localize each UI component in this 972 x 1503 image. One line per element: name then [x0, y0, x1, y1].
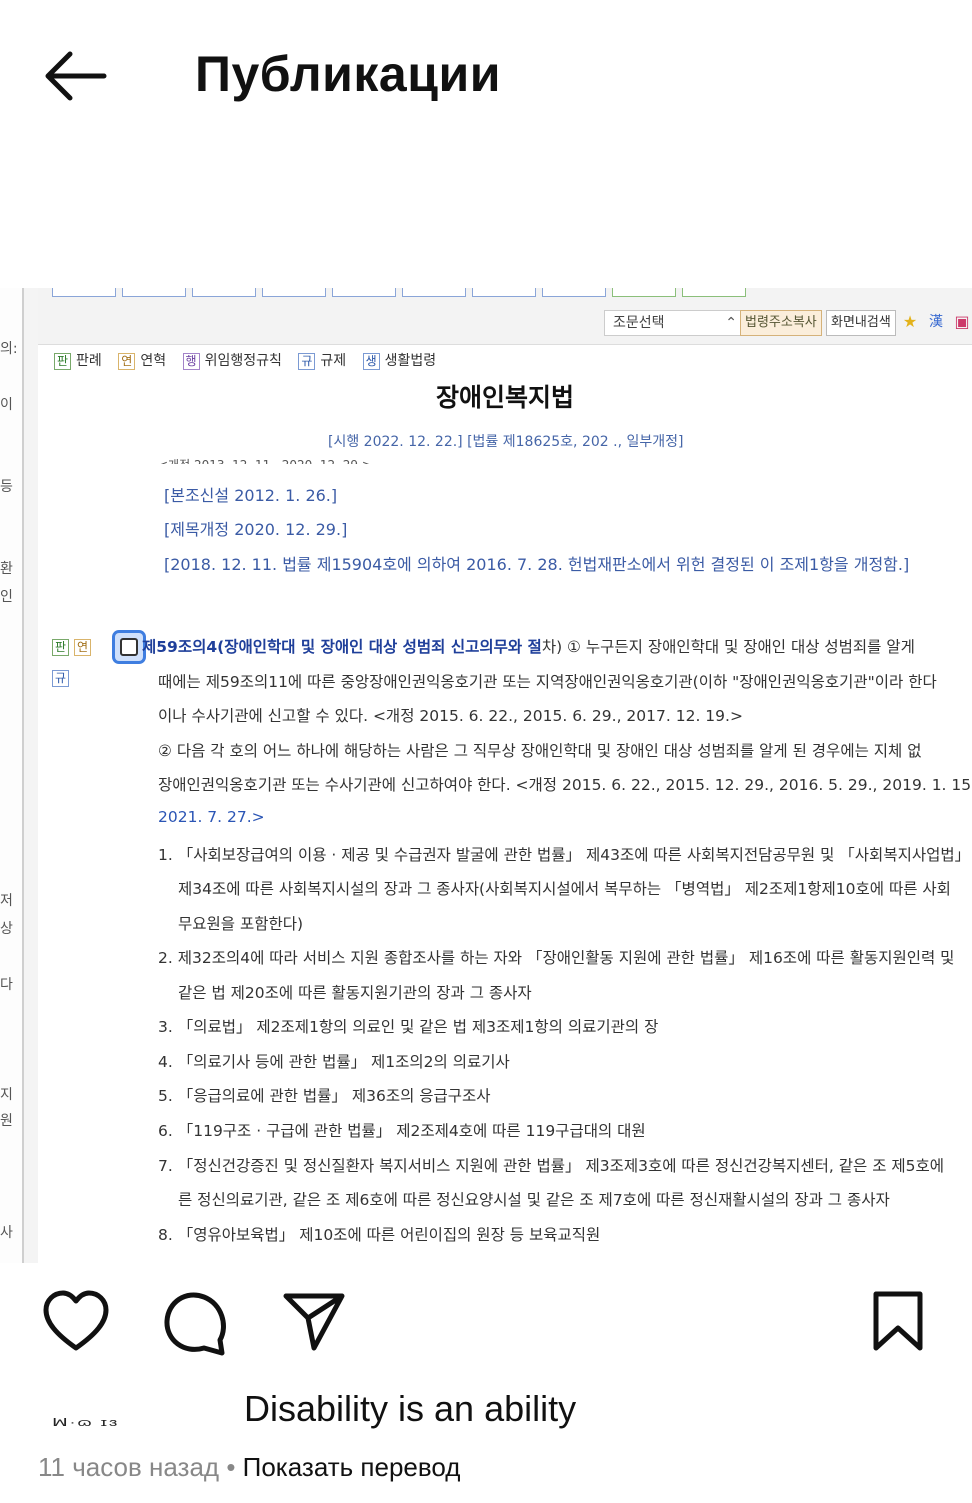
gutter-text: 상: [0, 921, 13, 937]
list-item[interactable]: 1. 「사회보장급여의 이용 · 제공 및 수급권자 발굴에 관한 법률」 제4…: [158, 843, 970, 865]
law-toolbar: 조문선택 ⌃ 법령주소복사 화면내검색 ★ 漢 ▣: [38, 288, 972, 345]
gutter-text: 환: [0, 561, 13, 577]
list-item[interactable]: 3. 「의료법」 제2조제1항의 의료인 및 같은 법 제3조제1항의 의료기관…: [158, 1015, 658, 1037]
tab: [682, 288, 746, 297]
badge[interactable]: 규: [52, 670, 70, 687]
article-select[interactable]: 조문선택 ⌃: [604, 310, 744, 336]
history-line: [본조신설 2012. 1. 26.]: [164, 486, 338, 505]
tab: [612, 288, 676, 297]
article-line: ② 다음 각 호의 어느 하나에 해당하는 사람은 그 직무상 장애인학대 및 …: [158, 742, 922, 760]
selection-checkbox[interactable]: [112, 630, 146, 664]
article-line: 때에는 제59조의11에 따른 중앙장애인권익옹호기관 또는 지역장애인권익옹호…: [158, 673, 937, 691]
gutter-text: 다: [0, 977, 13, 993]
badge: 연: [118, 353, 136, 370]
law-page: 조문선택 ⌃ 법령주소복사 화면내검색 ★ 漢 ▣ 판 판례 연 연혁 행 위임행정규칙…: [38, 288, 972, 1263]
law-meta: [시행 2022. 12. 22.] [법률 제18625호, 202 ., 일…: [328, 434, 684, 450]
tab: [472, 288, 536, 297]
gutter-text: 지: [0, 1087, 13, 1103]
article-heading-text: 제59조의4(장애인학대 및 장애인 대상 성범죄 신고의무와 절: [142, 638, 542, 656]
list-item: 른 정신의료기관, 같은 조 제6호에 따른 정신요양시설 및 같은 조 제7호…: [178, 1191, 890, 1209]
badge: 생: [362, 353, 380, 370]
list-item[interactable]: 5. 「응급의료에 관한 법률」 제36조의 응급구조사: [158, 1084, 491, 1106]
article-badges: 판연 규: [52, 636, 96, 687]
badge[interactable]: 연: [74, 639, 92, 656]
page-title: Публикации: [195, 46, 501, 102]
gutter-text: 인: [0, 589, 13, 605]
article-line: 장애인권익옹호기관 또는 수사기관에 신고하여야 한다. <개정 2015. 6…: [158, 776, 972, 794]
tab: [542, 288, 606, 297]
screen-search-button[interactable]: 화면내검색: [826, 310, 896, 336]
legend-item[interactable]: 연 연혁: [118, 350, 166, 370]
back-arrow-icon[interactable]: [40, 48, 110, 104]
save-icon[interactable]: ▣: [952, 310, 972, 334]
chevron-down-icon: ⌃: [725, 315, 737, 331]
post-image[interactable]: 의: 이 등 환 인 저 상 다 지 원 사 조문선택 ⌃ 법령주소복사 화면내검…: [0, 288, 972, 1263]
left-gutter: 의: 이 등 환 인 저 상 다 지 원 사: [0, 288, 24, 1263]
show-translation-link[interactable]: Показать перевод: [243, 1452, 461, 1482]
tab: [52, 288, 116, 297]
article-line: 2021. 7. 27.>: [158, 808, 265, 826]
list-item[interactable]: 4. 「의료기사 등에 관한 법률」 제1조의2의 의료기사: [158, 1050, 510, 1072]
tab: [402, 288, 466, 297]
legend-item[interactable]: 행 위임행정규칙: [182, 350, 282, 370]
post-meta: 11 часов назад • Показать перевод: [38, 1452, 460, 1483]
legend-label: 생활법령: [384, 353, 437, 369]
list-item: 무요원을 포함한다): [178, 915, 304, 933]
legend-label: 판례: [76, 353, 102, 369]
clipped-line: <개정 2013. 12. 11., 2020. 12. 29.>: [158, 456, 518, 464]
list-item[interactable]: 8. 「영유아보육법」 제10조에 따른 어린이집의 원장 등 보육교직원: [158, 1223, 600, 1245]
list-item[interactable]: 6. 「119구조 · 구급에 관한 법률」 제2조제4호에 따른 119구급대…: [158, 1119, 646, 1141]
tab: [122, 288, 186, 297]
caption-text: Disability is an ability: [244, 1388, 577, 1429]
gutter-text: 이: [0, 397, 13, 413]
tab: [262, 288, 326, 297]
caption-username[interactable]: ꟽ·ɷ ɪɜ: [52, 1416, 119, 1429]
post-actions: [0, 1290, 972, 1360]
like-heart-icon[interactable]: [42, 1290, 109, 1354]
tabs-row: [52, 288, 752, 298]
list-item[interactable]: 같은 법 제20조에 따른 활동지원기관의 장과 그 종사자: [178, 981, 532, 1003]
post-time: 11 часов назад: [38, 1452, 220, 1482]
app-header: Публикации: [0, 0, 972, 150]
article-select-label: 조문선택: [613, 315, 665, 331]
gutter-text: 저: [0, 893, 13, 909]
badge[interactable]: 판: [52, 639, 70, 656]
legend-label: 연혁: [140, 353, 167, 369]
article-line: 이나 수사기관에 신고할 수 있다. <개정 2015. 6. 22., 201…: [158, 707, 743, 725]
legend-label: 규제: [320, 353, 347, 369]
law-title: 장애인복지법: [435, 383, 574, 412]
article-heading-rest: 차) ① 누구든지 장애인학대 및 장애인 대상 성범죄를 알게: [541, 638, 915, 656]
legend: 판 판례 연 연혁 행 위임행정규칙 규 규제 생 생활법령: [54, 350, 448, 370]
star-icon[interactable]: ★: [900, 310, 920, 334]
gutter-text: 의:: [0, 341, 18, 357]
legend-item[interactable]: 판 판례: [54, 350, 102, 370]
gutter-text: 등: [0, 479, 13, 495]
tab: [332, 288, 396, 297]
tab: [192, 288, 256, 297]
gutter-text: 원: [0, 1113, 13, 1129]
bookmark-icon[interactable]: [870, 1290, 934, 1354]
hanja-icon[interactable]: 漢: [926, 310, 946, 334]
post-header: [0, 185, 972, 442]
list-item[interactable]: 2. 제32조의4에 따라 서비스 지원 종합조사를 하는 자와 「장애인활동 …: [158, 946, 954, 968]
separator: •: [219, 1452, 243, 1482]
list-item[interactable]: 제34조에 따른 사회복지시설의 장과 그 종사자(사회복지시설에서 복무하는 …: [178, 877, 951, 899]
history-line: [제목개정 2020. 12. 29.]: [164, 520, 348, 539]
share-send-icon[interactable]: [282, 1290, 346, 1354]
copy-address-button[interactable]: 법령주소복사: [740, 310, 822, 336]
badge: 규: [298, 353, 316, 370]
legend-item[interactable]: 생 생활법령: [362, 350, 437, 370]
badge: 행: [182, 353, 200, 370]
legend-label: 위임행정규칙: [204, 353, 282, 369]
list-item[interactable]: 7. 「정신건강증진 및 정신질환자 복지서비스 지원에 관한 법률」 제3조제…: [158, 1154, 944, 1176]
badge: 판: [54, 353, 72, 370]
legend-item[interactable]: 규 규제: [298, 350, 346, 370]
comment-icon[interactable]: [162, 1290, 226, 1356]
history-line: [2018. 12. 11. 법률 제15904호에 의하여 2016. 7. …: [164, 555, 910, 574]
article-heading: 제59조의4(장애인학대 및 장애인 대상 성범죄 신고의무와 절차) ① 누구…: [142, 635, 915, 657]
gutter-text: 사: [0, 1225, 13, 1241]
